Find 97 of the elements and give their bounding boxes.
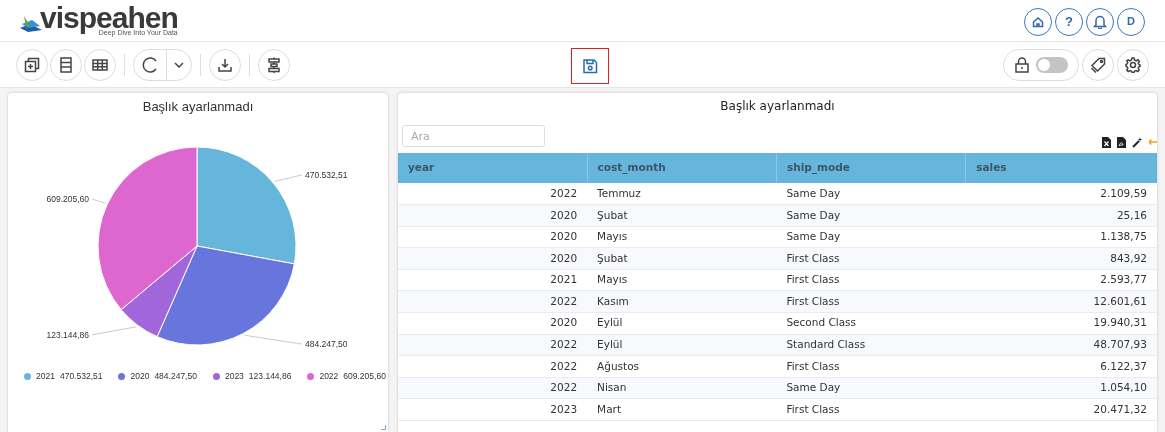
table-cell: 2.109,59: [965, 183, 1157, 205]
table-cell: Temmuz: [587, 183, 777, 205]
table-cell: 2022: [398, 334, 588, 356]
legend-value: 484.247,50: [154, 370, 197, 383]
table-cell: 2022: [398, 377, 588, 399]
home-button[interactable]: [1024, 7, 1052, 36]
table-cell: Eylül: [587, 312, 777, 335]
lock-toggle[interactable]: [1003, 48, 1079, 81]
table-cell: Eylül: [587, 334, 777, 356]
table-cell: First Class: [776, 290, 966, 313]
legend-label: 2021: [36, 370, 55, 383]
sliders-icon: [266, 56, 282, 73]
bell-icon: [1093, 14, 1107, 29]
legend-label: 2020: [130, 370, 150, 383]
search-field[interactable]: Ara: [402, 125, 545, 147]
table-cell: First Class: [776, 247, 966, 270]
excel-file-icon[interactable]: [1102, 136, 1111, 148]
refresh-icon: [141, 55, 159, 74]
home-icon: [1032, 15, 1044, 28]
stacked-squares-plus-icon: [24, 56, 40, 73]
tags-button[interactable]: [1082, 48, 1114, 81]
table-cell: 2023: [398, 398, 588, 421]
table-cell: Mart: [587, 398, 777, 421]
logo-text: vispeahen: [40, 4, 178, 32]
table-cell: 20.471,32: [965, 398, 1157, 421]
table-cell: 12.601,61: [965, 290, 1157, 313]
leader-line: [243, 334, 303, 345]
list-view-button[interactable]: [50, 48, 82, 81]
table-cell: Same Day: [776, 204, 966, 227]
table-cell: Şubat: [587, 204, 777, 227]
table-cell: 2022: [398, 355, 588, 378]
legend-label: 2023: [224, 370, 244, 383]
column-header: ship_mode: [776, 153, 966, 183]
panel-title: Başlık ayarlanmadı: [141, 98, 255, 116]
table-cell: 2020: [398, 312, 588, 335]
table-cell: First Class: [776, 355, 966, 378]
table-cell: 843,92: [965, 247, 1157, 270]
table-cell: 2022: [398, 183, 588, 205]
table-cell: Second Class: [776, 312, 966, 335]
table-cell: 2020: [398, 204, 588, 227]
table-cell: Same Day: [776, 377, 966, 399]
table-cell: 48.707,93: [965, 334, 1157, 356]
slice-value-label: 470.532,51: [305, 169, 348, 180]
table-cell: Kasım: [587, 290, 777, 313]
table-cell: First Class: [776, 398, 966, 421]
legend-value: 470.532,51: [59, 370, 103, 383]
table-cell: 2020: [398, 226, 588, 248]
panel-title: Başlık ayarlanmadı: [719, 98, 836, 115]
table-cell: Ağustos: [587, 355, 777, 378]
leader-line: [91, 198, 106, 204]
column-header: year: [398, 153, 588, 183]
download-button[interactable]: [209, 48, 241, 81]
rows-icon: [58, 56, 74, 73]
table-cell: Same Day: [776, 226, 966, 248]
resize-handle[interactable]: [381, 425, 386, 430]
table-cell: 2.593,77: [965, 269, 1157, 291]
table-cell: 1.138,75: [965, 226, 1157, 248]
table-cell: Nisan: [587, 377, 777, 399]
table-cell: Same Day: [776, 183, 966, 205]
legend-label: 2022: [319, 370, 339, 383]
table-cell: Standard Class: [776, 334, 966, 356]
slice-value-label: 123.144,86: [46, 329, 89, 340]
magic-wand-icon[interactable]: [1132, 136, 1143, 148]
settings-button[interactable]: [1117, 48, 1149, 81]
table-cell: 25,16: [965, 204, 1157, 227]
download-icon: [217, 56, 233, 73]
leader-line: [91, 326, 137, 336]
slice-value-label: 609.205,60: [46, 194, 89, 205]
filter-settings-button[interactable]: [258, 48, 290, 81]
table-cell: 2020: [398, 247, 588, 270]
column-header: cost_month: [587, 153, 777, 183]
table-cell: 1.054,10: [965, 377, 1157, 399]
notifications-button[interactable]: [1086, 7, 1114, 36]
table-cell: Şubat: [587, 247, 777, 270]
tags-icon: [1090, 56, 1106, 73]
grid-icon: [92, 56, 108, 73]
save-button[interactable]: [570, 47, 609, 84]
user-avatar-button[interactable]: D: [1117, 7, 1145, 36]
leader-line: [274, 174, 303, 182]
help-button[interactable]: ?: [1055, 7, 1083, 36]
slice-value-label: 484.247,50: [305, 339, 348, 350]
table-cell: First Class: [776, 269, 966, 291]
pdf-file-icon[interactable]: [1117, 136, 1126, 148]
chevron-down-icon: [174, 61, 184, 68]
add-widget-button[interactable]: [16, 48, 48, 81]
legend-value: 123.144,86: [248, 370, 292, 383]
table-cell: Mayıs: [587, 226, 777, 248]
gear-icon: [1125, 56, 1141, 73]
table-cell: 6.122,37: [965, 355, 1157, 378]
legend-value: 609.205,60: [343, 370, 386, 383]
table-cell: 19.940,31: [965, 312, 1157, 335]
table-cell: Mayıs: [587, 269, 777, 291]
table-cell: 2022: [398, 290, 588, 313]
table-cell: 2021: [398, 269, 588, 291]
padlock-icon: [1014, 56, 1030, 73]
table-view-button[interactable]: [84, 48, 116, 81]
column-header: sales: [965, 153, 1157, 183]
